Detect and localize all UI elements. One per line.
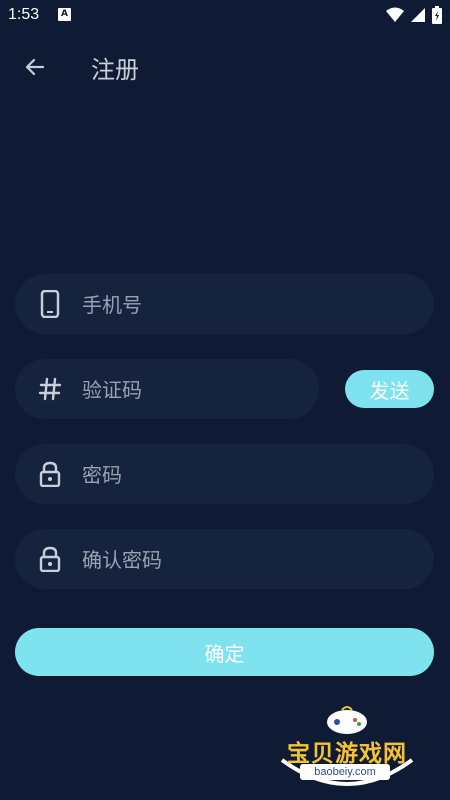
password-input[interactable] <box>80 444 414 506</box>
code-input[interactable] <box>80 359 304 421</box>
wifi-icon <box>386 7 404 22</box>
status-bar: 1:53 A <box>0 0 450 30</box>
phone-icon <box>35 289 65 319</box>
send-code-button[interactable]: 发送 <box>345 370 434 408</box>
status-icons <box>386 6 442 24</box>
notification-badge: A <box>58 8 71 21</box>
password-field-container <box>15 444 434 506</box>
toolbar: 注册 <box>0 36 450 96</box>
lock-icon <box>35 459 65 489</box>
gamepad-logo-icon <box>327 706 367 734</box>
battery-icon <box>432 6 442 24</box>
status-time: 1:53 <box>8 6 40 23</box>
page-title: 注册 <box>91 56 139 84</box>
arrow-left-icon <box>25 58 45 76</box>
phone-input[interactable] <box>80 274 414 336</box>
watermark-name: 宝贝游戏网 <box>287 741 407 767</box>
lock-icon <box>35 544 65 574</box>
signal-icon <box>411 8 425 22</box>
submit-button[interactable]: 确定 <box>15 628 434 676</box>
hash-icon <box>35 374 65 404</box>
phone-field-container <box>15 274 434 336</box>
confirm-password-field-container <box>15 529 434 591</box>
watermark-url: baobeiy.com <box>300 764 390 780</box>
back-button[interactable] <box>18 50 52 84</box>
watermark-logo: 宝贝游戏网 baobeiy.com <box>272 700 422 795</box>
confirm-password-input[interactable] <box>80 529 414 591</box>
code-field-container <box>15 359 319 421</box>
